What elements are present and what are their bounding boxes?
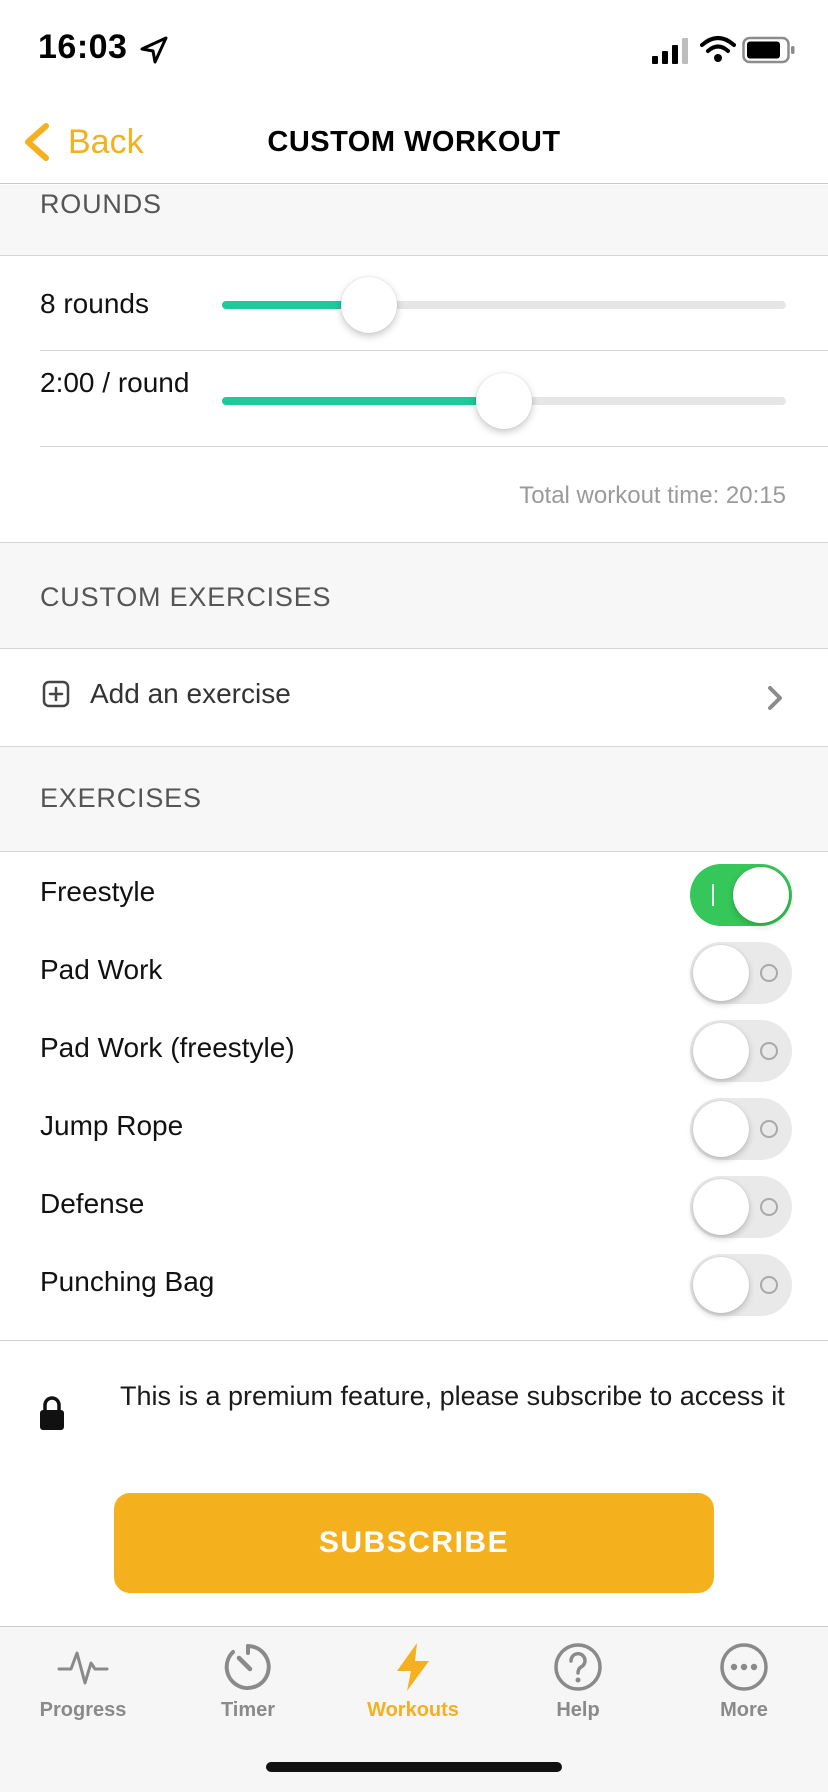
exercise-toggle[interactable] [690,1176,792,1238]
cellular-signal-icon [652,38,688,64]
toggle-knob [693,1179,749,1235]
exercise-label: Jump Rope [40,1110,184,1141]
exercise-row: Punching Bag [0,1246,828,1324]
premium-message: This is a premium feature, please subscr… [120,1381,785,1411]
lightning-icon [397,1643,429,1691]
home-indicator [266,1762,562,1772]
custom-exercises-header-label: CUSTOM EXERCISES [40,582,332,612]
tab-progress[interactable]: Progress [0,1627,166,1737]
slider-thumb[interactable] [340,277,397,333]
rounds-label: 8 rounds [40,288,149,319]
subscribe-button[interactable]: SUBSCRIBE [114,1493,714,1593]
toggle-on-glyph [712,884,714,906]
exercise-toggle[interactable] [690,864,792,926]
toggle-off-glyph [760,964,778,982]
round-duration-slider[interactable] [222,371,786,431]
exercise-row: Pad Work [0,934,828,1012]
tab-progress-label: Progress [39,1699,127,1721]
tab-timer[interactable]: Timer [165,1627,331,1737]
slider-fill [222,397,504,405]
tab-more[interactable]: More [661,1627,827,1737]
toggle-off-glyph [760,1120,778,1138]
exercise-row: Jump Rope [0,1090,828,1168]
battery-icon [742,36,795,64]
pulse-icon [57,1651,109,1685]
exercise-toggle[interactable] [690,942,792,1004]
exercise-row: Defense [0,1168,828,1246]
exercise-toggle[interactable] [690,1020,792,1082]
exercise-label: Punching Bag [40,1266,215,1297]
tab-help[interactable]: Help [495,1627,661,1737]
status-bar: 16:03 [0,0,828,100]
exercises-section-header: EXERCISES [0,746,828,852]
toggle-knob [693,1023,749,1079]
divider [40,446,828,447]
rounds-section-header: ROUNDS [0,185,828,256]
tab-help-label: Help [556,1699,600,1721]
exercise-label: Pad Work (freestyle) [40,1032,295,1063]
exercise-label: Pad Work [40,954,163,985]
tab-workouts[interactable]: Workouts [330,1627,496,1737]
rounds-header-label: ROUNDS [40,189,162,219]
wifi-icon [700,36,736,62]
round-duration-label: 2:00 / round [40,367,190,398]
toggle-knob [693,1101,749,1157]
more-icon [720,1643,768,1691]
tab-more-label: More [720,1699,768,1721]
toggle-off-glyph [760,1198,778,1216]
exercise-row: Freestyle [0,856,828,934]
toggle-knob [693,1257,749,1313]
tab-timer-label: Timer [220,1699,276,1721]
exercise-row: Pad Work (freestyle) [0,1012,828,1090]
help-icon [554,1643,602,1691]
slider-thumb[interactable] [476,373,532,429]
exercises-header-label: EXERCISES [40,783,202,813]
toggle-knob [733,867,789,923]
custom-exercises-section-header: CUSTOM EXERCISES [0,542,828,649]
add-exercise-label: Add an exercise [90,678,291,709]
tab-workouts-label: Workouts [367,1699,459,1721]
lock-icon [40,1396,64,1430]
location-arrow-icon [140,36,168,64]
plus-square-icon [42,680,70,708]
exercise-toggle[interactable] [690,1098,792,1160]
nav-bar: Back CUSTOM WORKOUT [0,100,828,184]
add-exercise-row[interactable]: Add an exercise [0,650,828,746]
toggle-off-glyph [760,1042,778,1060]
toggle-off-glyph [760,1276,778,1294]
exercise-label: Freestyle [40,876,156,907]
divider [40,350,828,351]
status-time: 16:03 [38,28,128,66]
rounds-slider[interactable] [222,275,786,335]
toggle-knob [693,945,749,1001]
premium-banner: This is a premium feature, please subscr… [0,1340,828,1626]
subscribe-label: SUBSCRIBE [318,1526,510,1559]
timer-icon [224,1644,271,1690]
chevron-right-icon [768,686,782,710]
exercise-label: Defense [40,1188,145,1219]
total-workout-time: Total workout time: 20:15 [519,482,786,509]
exercise-toggle[interactable] [690,1254,792,1316]
page-title: CUSTOM WORKOUT [267,126,561,158]
